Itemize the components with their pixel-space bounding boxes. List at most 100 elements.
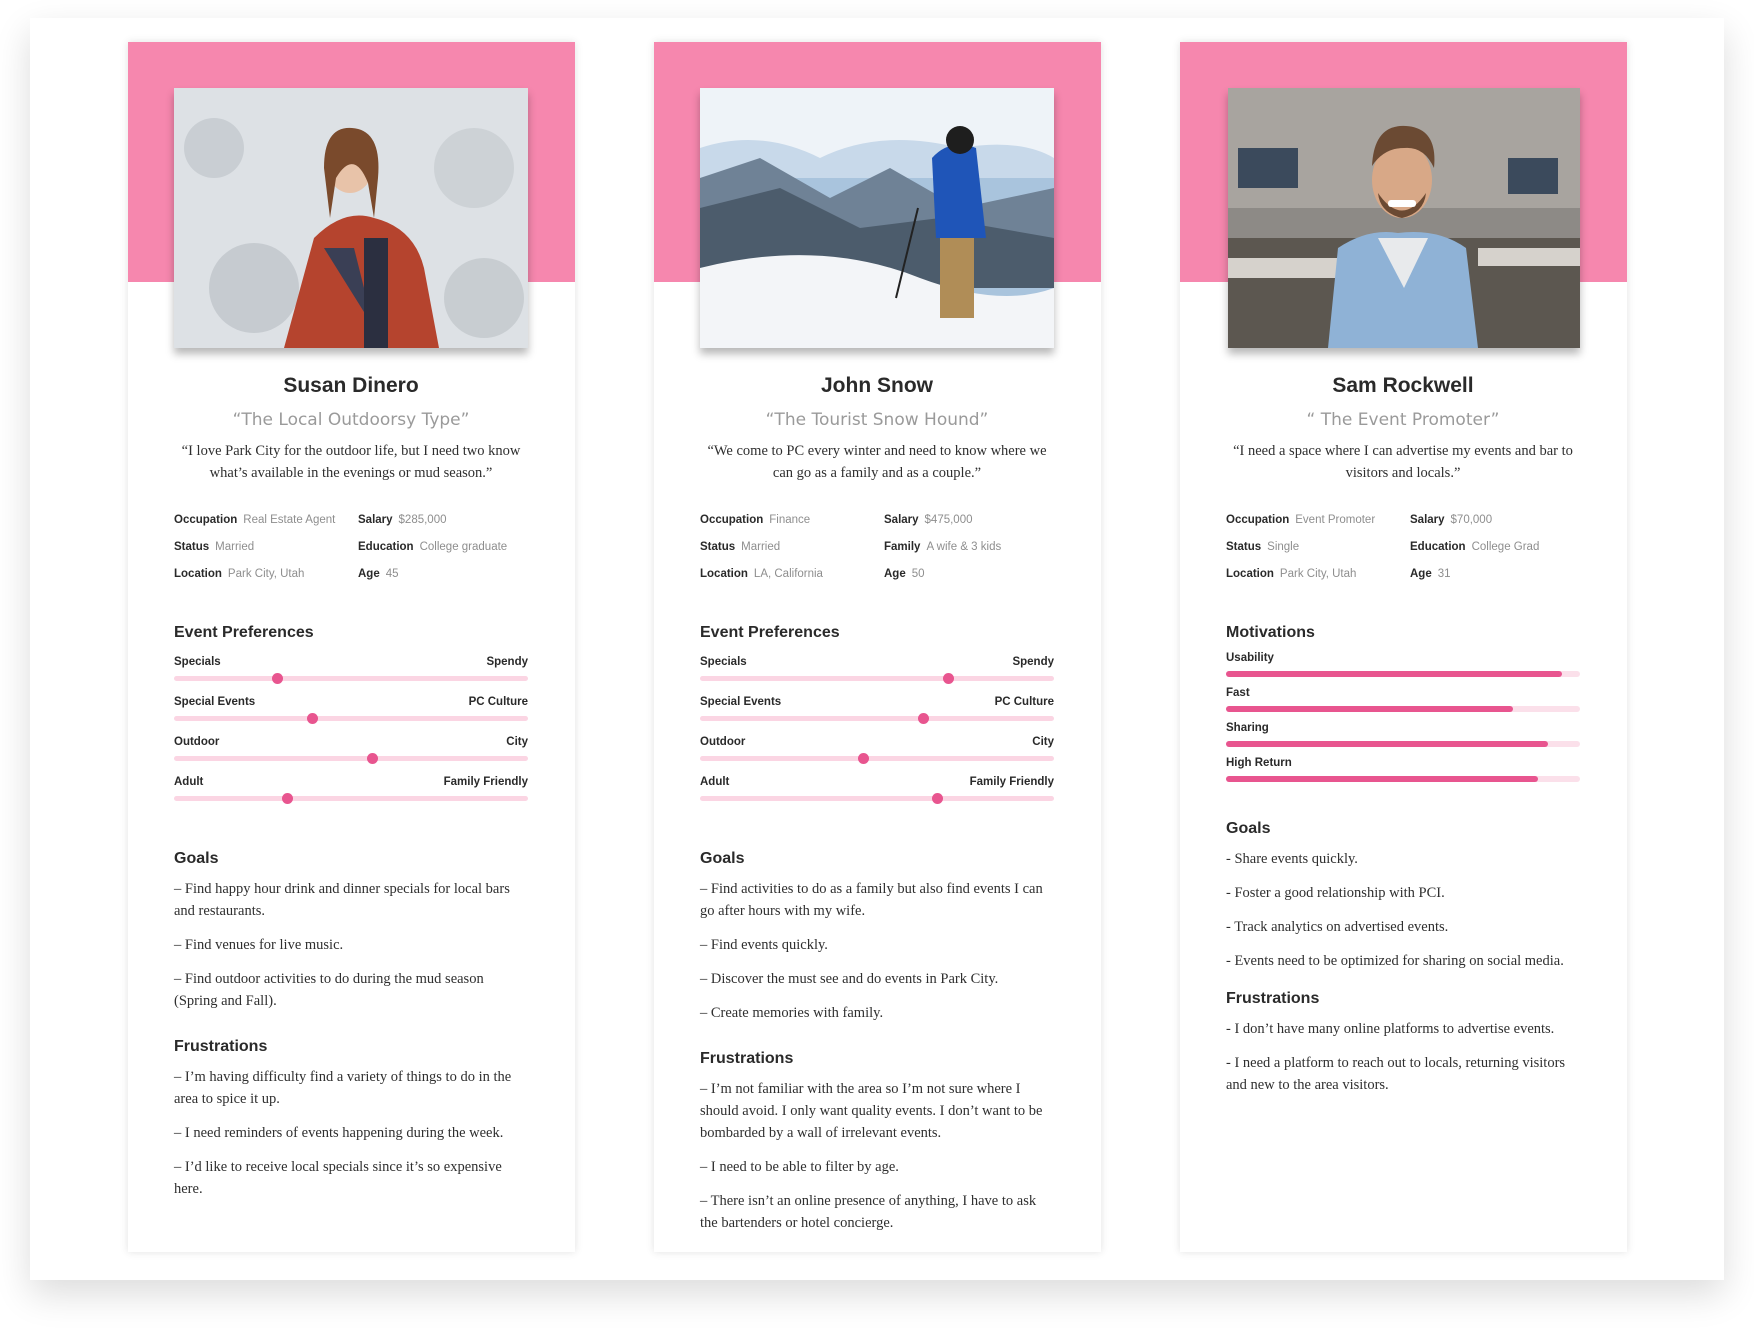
fact-family: Family A wife & 3 kids xyxy=(884,541,1002,553)
frustration-item: – I need to be able to filter by age. xyxy=(700,1159,899,1175)
fact-salary: Salary $475,000 xyxy=(884,514,973,526)
preference-slider: Adult Family Friendly xyxy=(174,770,528,810)
slider-knob xyxy=(282,793,294,804)
motivation-bar: Sharing xyxy=(1226,722,1580,757)
slider-track xyxy=(700,716,1054,721)
motivation-label: Sharing xyxy=(1226,722,1269,734)
motivation-bars: Usability Fast Sharing High Return xyxy=(1226,652,1580,792)
persona-name: John Snow xyxy=(821,374,933,397)
fact-education: Education College Grad xyxy=(1410,541,1540,553)
frustration-item: - I don’t have many online platforms to … xyxy=(1226,1021,1555,1037)
frustrations-list: - I don’t have many online platforms to … xyxy=(1226,1018,1580,1096)
preferences-title: Event Preferences xyxy=(700,624,840,641)
persona-facts: Occupation Real Estate Agent Salary $285,0… xyxy=(174,514,528,580)
persona-board: Susan Dinero “The Local Outdoorsy Type” … xyxy=(30,18,1724,1280)
persona-card-sam: Sam Rockwell “ The Event Promoter” “I ne… xyxy=(1180,42,1627,1252)
goal-item: – Find activities to do as a family but … xyxy=(700,881,1043,919)
persona-quote: “We come to PC every winter and need to … xyxy=(707,443,1047,481)
frustration-item: – I’m not familiar with the area so I’m … xyxy=(700,1081,1043,1141)
slider-knob xyxy=(307,713,319,724)
motivation-track xyxy=(1226,741,1580,747)
slider-track xyxy=(174,676,528,681)
fact-location: Location Park City, Utah xyxy=(174,568,305,580)
goals-list: – Find activities to do as a family but … xyxy=(700,878,1054,1024)
motivations-title: Motivations xyxy=(1226,624,1315,641)
persona-facts: Occupation Finance Salary $475,000 Status M… xyxy=(700,514,1054,580)
persona-photo xyxy=(174,88,528,348)
motivation-track xyxy=(1226,776,1580,782)
slider-track xyxy=(700,796,1054,801)
goal-item: - Events need to be optimized for sharin… xyxy=(1226,953,1564,969)
goal-item: – Discover the must see and do events in… xyxy=(700,971,999,987)
persona-name: Susan Dinero xyxy=(283,374,419,397)
preference-slider: Outdoor City xyxy=(174,730,528,770)
persona-quote: “I need a space where I can advertise my… xyxy=(1233,443,1573,481)
slider-knob xyxy=(271,673,283,684)
preference-slider: Outdoor City xyxy=(700,730,1054,770)
goal-item: – Create memories with family. xyxy=(700,1005,884,1021)
motivation-bar: High Return xyxy=(1226,757,1580,792)
frustrations-title: Frustrations xyxy=(1226,990,1320,1007)
frustrations-title: Frustrations xyxy=(174,1038,268,1055)
frustration-item: – I need reminders of events happening d… xyxy=(174,1125,504,1141)
goal-item: - Foster a good relationship with PCI. xyxy=(1226,885,1445,901)
fact-occupation: Occupation Event Promoter xyxy=(1226,514,1376,526)
persona-photo xyxy=(1228,88,1580,348)
persona-facts: Occupation Event Promoter Salary $70,000 S… xyxy=(1226,514,1580,580)
frustration-item: – There isn’t an online presence of anyt… xyxy=(700,1193,1037,1231)
persona-name: Sam Rockwell xyxy=(1332,374,1474,397)
fact-occupation: Occupation Real Estate Agent xyxy=(174,514,336,526)
preference-slider: Adult Family Friendly xyxy=(700,770,1054,810)
motivation-fill xyxy=(1226,671,1563,677)
persona-content: Sam Rockwell “ The Event Promoter” “I ne… xyxy=(1226,374,1580,1108)
preference-slider: Special Events PC Culture xyxy=(174,690,528,730)
preferences-title: Event Preferences xyxy=(174,624,314,641)
fact-status: Status Married xyxy=(174,541,255,553)
frustrations-list: – I’m having difficulty find a variety o… xyxy=(174,1066,528,1200)
slider-track xyxy=(174,756,528,761)
persona-content: Susan Dinero “The Local Outdoorsy Type” … xyxy=(174,374,528,1212)
frustrations-title: Frustrations xyxy=(700,1050,794,1067)
persona-tagline: “ The Event Promoter” xyxy=(1306,410,1500,430)
motivation-bar: Usability xyxy=(1226,652,1580,687)
persona-content: John Snow “The Tourist Snow Hound” “We c… xyxy=(700,374,1054,1246)
fact-occupation: Occupation Finance xyxy=(700,514,811,526)
fact-age: Age 45 xyxy=(358,568,399,580)
preference-sliders: Specials Spendy Special Events PC Culture … xyxy=(700,650,1054,810)
persona-card-john: John Snow “The Tourist Snow Hound” “We c… xyxy=(654,42,1101,1252)
motivation-track xyxy=(1226,706,1580,712)
slider-track xyxy=(174,796,528,801)
slider-track xyxy=(174,716,528,721)
goal-item: – Find events quickly. xyxy=(700,937,828,953)
goal-item: - Share events quickly. xyxy=(1226,851,1358,867)
preference-slider: Specials Spendy xyxy=(174,650,528,690)
motivation-fill xyxy=(1226,741,1549,747)
persona-tagline: “The Tourist Snow Hound” xyxy=(765,410,989,430)
slider-track xyxy=(700,676,1054,681)
fact-age: Age 31 xyxy=(1410,568,1451,580)
motivation-fill xyxy=(1226,706,1513,712)
goal-item: – Find outdoor activities to do during t… xyxy=(174,971,484,1009)
goal-item: – Find happy hour drink and dinner speci… xyxy=(174,881,510,919)
preference-sliders: Specials Spendy Special Events PC Culture … xyxy=(174,650,528,810)
slider-knob xyxy=(367,753,379,764)
slider-knob xyxy=(857,753,869,764)
goals-list: – Find happy hour drink and dinner speci… xyxy=(174,878,528,1012)
motivation-fill xyxy=(1226,776,1538,782)
frustrations-list: – I’m not familiar with the area so I’m … xyxy=(700,1078,1054,1234)
goals-title: Goals xyxy=(174,850,219,867)
slider-knob xyxy=(932,793,944,804)
motivation-label: Usability xyxy=(1226,652,1274,664)
fact-location: Location LA, California xyxy=(700,568,823,580)
goals-list: - Share events quickly. - Foster a good … xyxy=(1226,848,1580,972)
fact-age: Age 50 xyxy=(884,568,925,580)
preference-slider: Specials Spendy xyxy=(700,650,1054,690)
frustration-item: – I’m having difficulty find a variety o… xyxy=(174,1069,512,1107)
motivation-track xyxy=(1226,671,1580,677)
persona-photo xyxy=(700,88,1054,348)
goal-item: - Track analytics on advertised events. xyxy=(1226,919,1449,935)
motivation-bar: Fast xyxy=(1226,687,1580,722)
fact-status: Status Married xyxy=(700,541,781,553)
frustration-item: - I need a platform to reach out to loca… xyxy=(1226,1055,1566,1093)
motivation-label: High Return xyxy=(1226,757,1292,769)
